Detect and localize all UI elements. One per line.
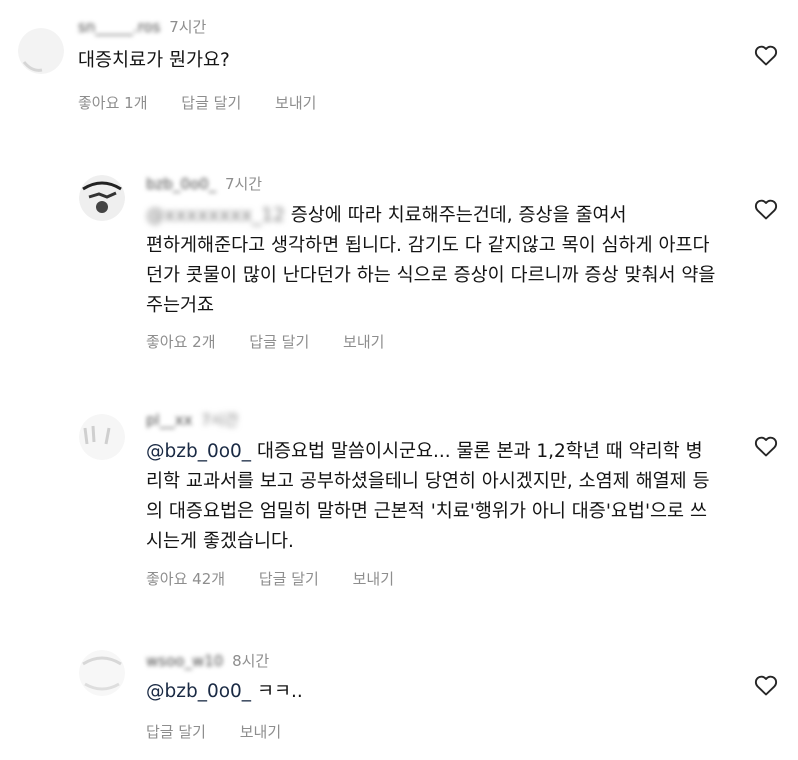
avatar[interactable] xyxy=(79,650,125,696)
username[interactable]: wsoo_w10 xyxy=(146,652,223,670)
username[interactable]: bzb_0o0_ xyxy=(146,175,216,193)
username[interactable]: pl__xx xyxy=(146,411,192,429)
mention-link[interactable]: @bzb_0o0_ xyxy=(146,681,251,702)
heart-outline-icon[interactable] xyxy=(754,435,778,457)
comment-text: @bzb_0o0_ ㅋㅋ.. xyxy=(146,677,716,707)
comment-actions: 좋아요 42개 답글 달기 보내기 xyxy=(146,568,423,589)
comment-meta: pl__xx 7시간 xyxy=(146,409,238,430)
avatar-image xyxy=(79,175,125,221)
avatar[interactable] xyxy=(79,414,125,460)
comment-meta: wsoo_w10 8시간 xyxy=(146,650,269,671)
timestamp: 7시간 xyxy=(201,411,239,429)
reply-button[interactable]: 답글 달기 xyxy=(259,570,319,588)
avatar-image xyxy=(79,650,125,696)
reply-button[interactable]: 답글 달기 xyxy=(249,333,309,351)
comment-meta: bzb_0o0_ 7시간 xyxy=(146,173,262,194)
comment-actions: 답글 달기 보내기 xyxy=(146,721,310,742)
mention-link[interactable]: @xxxxxxxx_12 xyxy=(146,205,285,226)
send-button[interactable]: 보내기 xyxy=(275,94,316,112)
likes-count[interactable]: 좋아요 2개 xyxy=(146,333,216,351)
comment-text: 대증치료가 뭔가요? xyxy=(78,50,230,71)
comment-actions: 좋아요 1개 답글 달기 보내기 xyxy=(78,92,345,113)
heart-outline-icon[interactable] xyxy=(754,44,778,66)
send-button[interactable]: 보내기 xyxy=(353,570,394,588)
comment-meta: sn_____.ros 7시간 xyxy=(78,16,206,37)
avatar[interactable] xyxy=(18,28,64,74)
timestamp: 7시간 xyxy=(169,18,207,36)
comment-body: ㅋㅋ.. xyxy=(251,681,303,702)
avatar[interactable] xyxy=(79,175,125,221)
mention-link[interactable]: @bzb_0o0_ xyxy=(146,441,251,462)
avatar-image xyxy=(79,414,125,460)
likes-count[interactable]: 좋아요 42개 xyxy=(146,570,225,588)
comment-text-line1: 증상에 따라 치료해주는건데, 증상을 줄여서 xyxy=(284,205,627,226)
timestamp: 8시간 xyxy=(232,652,270,670)
avatar-image xyxy=(18,28,64,74)
reply-button[interactable]: 답글 달기 xyxy=(146,723,206,741)
timestamp: 7시간 xyxy=(224,175,263,193)
comment-text: @bzb_0o0_ 대증요법 말씀이시군요... 물론 본과 1,2학년 때 약… xyxy=(146,437,716,557)
send-button[interactable]: 보내기 xyxy=(343,333,384,351)
send-button[interactable]: 보내기 xyxy=(240,723,281,741)
heart-outline-icon[interactable] xyxy=(754,674,778,696)
likes-count[interactable]: 좋아요 1개 xyxy=(78,94,148,112)
heart-outline-icon[interactable] xyxy=(754,198,778,220)
comment-text: @xxxxxxxx_12 증상에 따라 치료해주는건데, 증상을 줄여서편하게해… xyxy=(146,201,716,321)
comment-text-rest: 편하게해준다고 생각하면 됩니다. 감기도 다 같지않고 목이 심하게 아프다던… xyxy=(146,235,716,316)
username[interactable]: sn_____.ros xyxy=(78,18,160,36)
comment-actions: 좋아요 2개 답글 달기 보내기 xyxy=(146,331,413,352)
reply-button[interactable]: 답글 달기 xyxy=(181,94,241,112)
